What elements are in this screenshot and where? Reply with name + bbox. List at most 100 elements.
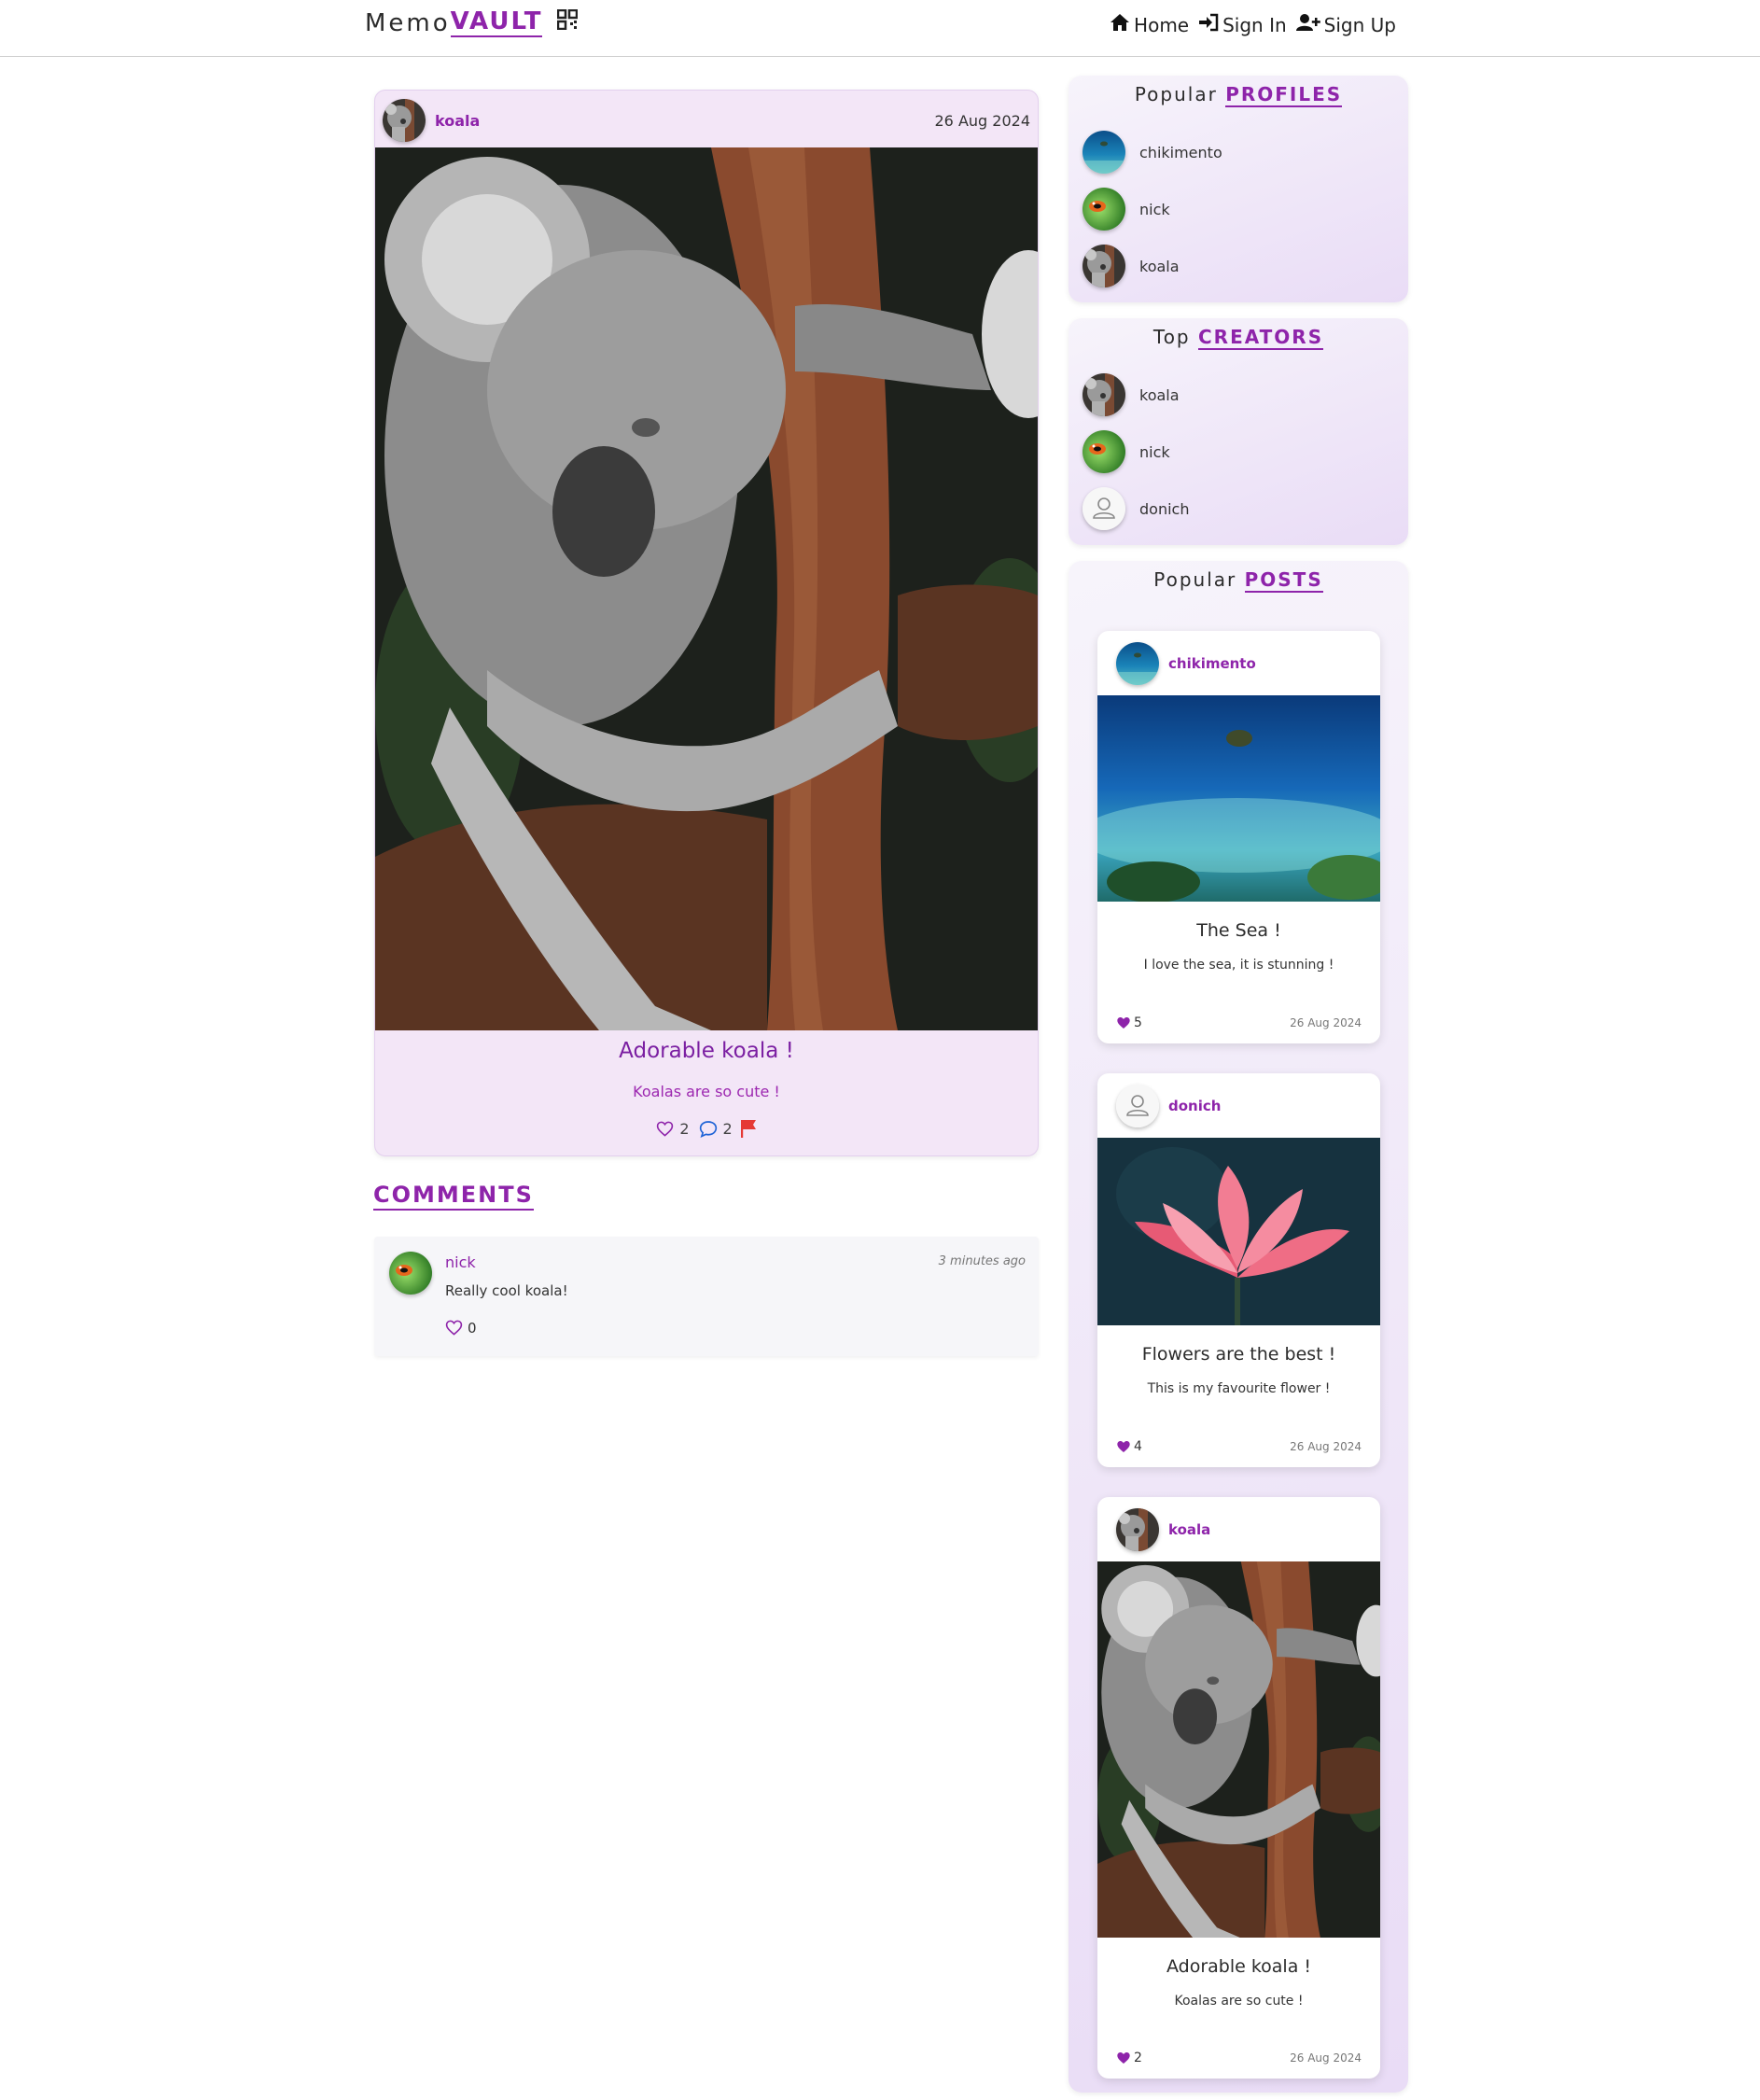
popular-post-card[interactable]: chikimento The Sea ! I love the sea, it … — [1097, 631, 1380, 1043]
avatar — [1116, 1508, 1159, 1551]
popular-post-author[interactable]: donich — [1168, 1098, 1221, 1114]
heart-icon — [1116, 1439, 1131, 1454]
panel-title-plain: Top — [1152, 326, 1191, 348]
creator-name: koala — [1139, 385, 1180, 404]
sign-in-icon — [1198, 13, 1219, 36]
comment-time: 3 minutes ago — [938, 1254, 1026, 1268]
creator-row[interactable]: koala — [1083, 373, 1180, 416]
popular-post-header: koala — [1097, 1497, 1380, 1561]
nav-links: Home Sign In Sign Up — [1110, 13, 1396, 36]
panel-title-plain: Popular — [1134, 83, 1218, 105]
panel-title-highlight: CREATORS — [1197, 326, 1324, 350]
popular-profiles-title: Popular PROFILES — [1069, 83, 1408, 107]
profile-row[interactable]: koala — [1083, 245, 1180, 287]
user-plus-icon — [1295, 13, 1320, 36]
popular-post-image — [1097, 695, 1380, 902]
popular-post-card[interactable]: koala Adorable koala ! Koalas are so cut… — [1097, 1497, 1380, 2079]
profile-name: chikimento — [1139, 143, 1222, 161]
popular-post-footer: 4 26 Aug 2024 — [1116, 1439, 1362, 1454]
post-author[interactable]: koala — [435, 112, 480, 130]
post-date: 26 Aug 2024 — [934, 111, 1031, 130]
post-title: Adorable koala ! — [619, 1039, 794, 1063]
nav-sign-up-label: Sign Up — [1323, 13, 1396, 36]
popular-post-title: The Sea ! — [1196, 920, 1281, 941]
popular-post-image — [1097, 1561, 1380, 1938]
qr-code-icon — [557, 8, 579, 34]
popular-post-footer: 2 26 Aug 2024 — [1116, 2051, 1362, 2065]
popular-post-likes: 2 — [1134, 2051, 1142, 2065]
creator-row[interactable]: donich — [1083, 487, 1189, 530]
panel-title-plain: Popular — [1153, 568, 1237, 591]
navbar: Memo VAULT Home Sign In Sign Up — [0, 0, 1760, 57]
avatar — [1116, 642, 1159, 685]
post-image — [375, 147, 1038, 1030]
nav-home-label: Home — [1134, 13, 1190, 36]
avatar — [1116, 1085, 1159, 1127]
creator-name: donich — [1139, 499, 1190, 518]
avatar[interactable] — [383, 99, 426, 142]
popular-post-date: 26 Aug 2024 — [1290, 2051, 1362, 2065]
nav-home[interactable]: Home — [1110, 13, 1189, 36]
like-heart-icon[interactable] — [445, 1319, 463, 1337]
popular-post-card[interactable]: donich Flowers are the best ! This is my… — [1097, 1073, 1380, 1467]
creator-name: nick — [1139, 442, 1170, 461]
popular-post-date: 26 Aug 2024 — [1290, 1440, 1362, 1453]
heart-icon — [1116, 1015, 1131, 1030]
post-actions: 2 2 — [375, 1119, 1038, 1138]
avatar — [1083, 487, 1125, 530]
popular-post-footer: 5 26 Aug 2024 — [1116, 1015, 1362, 1030]
brand-logo[interactable]: Memo VAULT — [365, 7, 579, 37]
brand-vault-text: VAULT — [450, 7, 543, 37]
popular-post-likes: 5 — [1134, 1015, 1142, 1030]
top-creators-panel: Top CREATORS koala nick donich — [1069, 318, 1408, 545]
main-post-card: koala 26 Aug 2024 Adorable koala ! Koala… — [374, 90, 1039, 1156]
popular-post-author[interactable]: chikimento — [1168, 655, 1256, 672]
comments-heading: COMMENTS — [373, 1182, 534, 1211]
avatar — [1083, 373, 1125, 416]
post-header: koala 26 Aug 2024 — [383, 98, 1030, 143]
popular-post-title: Flowers are the best ! — [1141, 1344, 1336, 1365]
comment-item: nick 3 minutes ago Really cool koala! 0 — [374, 1237, 1039, 1356]
like-heart-icon[interactable] — [656, 1120, 674, 1138]
comment-like-count: 0 — [468, 1319, 477, 1337]
popular-post-description: This is my favourite flower ! — [1147, 1381, 1331, 1396]
popular-post-description: Koalas are so cute ! — [1174, 1994, 1304, 2009]
nav-sign-in-label: Sign In — [1222, 13, 1287, 36]
popular-posts-panel: Popular POSTS chikimento The Sea ! I lov… — [1069, 561, 1408, 2093]
house-icon — [1110, 13, 1130, 36]
panel-title-highlight: PROFILES — [1225, 83, 1343, 107]
comment-author[interactable]: nick — [445, 1253, 476, 1271]
creator-row[interactable]: nick — [1083, 430, 1170, 473]
avatar — [1083, 245, 1125, 287]
avatar[interactable] — [389, 1252, 432, 1295]
report-flag-icon[interactable] — [740, 1119, 757, 1138]
popular-post-image — [1097, 1138, 1380, 1325]
popular-posts-title: Popular POSTS — [1069, 568, 1408, 593]
popular-post-author[interactable]: koala — [1168, 1521, 1210, 1538]
popular-post-header: donich — [1097, 1073, 1380, 1138]
comment-bubble-icon[interactable] — [699, 1120, 718, 1138]
profile-row[interactable]: nick — [1083, 188, 1170, 231]
avatar — [1083, 188, 1125, 231]
avatar — [1083, 131, 1125, 174]
brand-memo-text: Memo — [365, 9, 451, 37]
popular-post-description: I love the sea, it is stunning ! — [1143, 958, 1334, 973]
comment-like: 0 — [445, 1319, 477, 1337]
like-count: 2 — [679, 1119, 690, 1138]
panel-title-highlight: POSTS — [1244, 568, 1323, 593]
profile-name: nick — [1139, 200, 1170, 218]
avatar — [1083, 430, 1125, 473]
nav-sign-in[interactable]: Sign In — [1198, 13, 1287, 36]
popular-post-title: Adorable koala ! — [1166, 1956, 1312, 1977]
top-creators-title: Top CREATORS — [1069, 326, 1408, 350]
profile-row[interactable]: chikimento — [1083, 131, 1222, 174]
popular-profiles-panel: Popular PROFILES chikimento nick koala — [1069, 76, 1408, 302]
comment-count: 2 — [722, 1119, 733, 1138]
comment-text: Really cool koala! — [445, 1282, 568, 1299]
nav-sign-up[interactable]: Sign Up — [1295, 13, 1396, 36]
popular-post-date: 26 Aug 2024 — [1290, 1016, 1362, 1029]
popular-post-likes: 4 — [1134, 1439, 1142, 1454]
popular-post-header: chikimento — [1097, 631, 1380, 695]
post-description: Koalas are so cute ! — [633, 1083, 780, 1100]
profile-name: koala — [1139, 257, 1180, 275]
